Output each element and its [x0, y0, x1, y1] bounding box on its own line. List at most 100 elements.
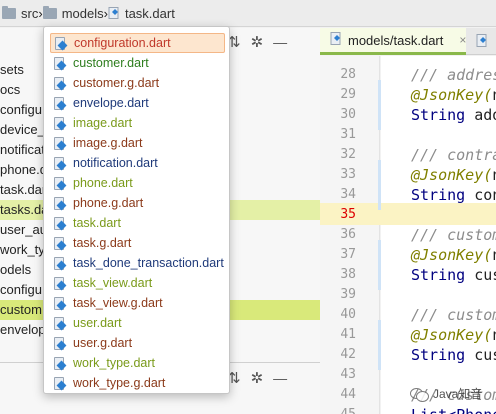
popup-file-label: phone.g.dart [73, 196, 144, 210]
code-token: /// addres [411, 66, 496, 84]
breadcrumb-item-src[interactable]: src [2, 0, 38, 27]
line-number: 33 [340, 167, 356, 182]
line-number: 39 [340, 287, 356, 302]
popup-file-label: task.dart [73, 216, 121, 230]
popup-file-item[interactable]: task_view.g.dart [50, 293, 225, 313]
line-number: 29 [340, 87, 356, 102]
popup-file-item[interactable]: configuration.dart [50, 33, 225, 53]
code-line[interactable]: List<Phone [411, 405, 496, 414]
line-number: 32 [340, 147, 356, 162]
breadcrumb-item-task-dart[interactable]: task.dart [108, 0, 175, 27]
line-number: 44 [340, 387, 356, 402]
popup-file-item[interactable]: notification.dart [50, 153, 225, 173]
minimize-icon[interactable]: — [273, 370, 287, 386]
code-token: con [474, 186, 496, 204]
dart-file-icon [54, 56, 67, 70]
code-token: cus [474, 266, 496, 284]
line-number: 30 [340, 107, 356, 122]
code-token: /// custom [411, 226, 496, 244]
dart-file-icon [476, 33, 488, 50]
change-marker [378, 240, 381, 290]
code-line[interactable]: /// addres [411, 65, 496, 85]
minimize-icon[interactable]: — [273, 34, 287, 50]
popup-file-item[interactable]: envelope.dart [50, 93, 225, 113]
gear-icon[interactable]: ✲ [251, 33, 264, 51]
code-line[interactable]: String cus [411, 265, 496, 285]
popup-file-label: customer.g.dart [73, 76, 160, 90]
line-number: 31 [340, 127, 356, 142]
breadcrumb-item-models[interactable]: models [42, 0, 104, 27]
popup-file-label: work_type.g.dart [73, 376, 166, 390]
line-number: 34 [340, 187, 356, 202]
popup-file-label: task.g.dart [73, 236, 132, 250]
popup-file-item[interactable]: image.g.dart [50, 133, 225, 153]
popup-file-item[interactable]: task_done_transaction.dart [50, 253, 225, 273]
line-number: 40 [340, 307, 356, 322]
code-line[interactable]: @JsonKey(n [411, 165, 496, 185]
popup-file-label: notification.dart [73, 156, 158, 170]
popup-file-item[interactable]: task_view.dart [50, 273, 225, 293]
tab-next[interactable] [470, 28, 496, 55]
dart-file-icon [54, 376, 67, 390]
popup-file-item[interactable]: phone.g.dart [50, 193, 225, 213]
dart-file-icon [54, 156, 67, 170]
code-token: /// contra [411, 146, 496, 164]
code-token: @JsonKey( [411, 246, 493, 264]
line-number: 35 [340, 207, 356, 222]
editor-tab-bar: models/task.dart × [320, 28, 496, 55]
code-line[interactable]: /// contra [411, 145, 496, 165]
line-number: 38 [340, 267, 356, 282]
breadcrumb-label: src [21, 5, 39, 21]
popup-file-item[interactable]: phone.dart [50, 173, 225, 193]
folder-icon [2, 5, 16, 19]
code-line[interactable]: String cus [411, 345, 496, 365]
popup-file-item[interactable]: task.g.dart [50, 233, 225, 253]
popup-file-label: task_view.g.dart [73, 296, 163, 310]
code-line[interactable]: @JsonKey(n [411, 325, 496, 345]
line-number: 28 [340, 67, 356, 82]
tab-label: models/task.dart [348, 32, 444, 48]
popup-file-item[interactable]: work_type.g.dart [50, 373, 225, 393]
tree-toolbar: ⇅ ✲ — [228, 32, 320, 52]
code-line[interactable]: @JsonKey(n [411, 245, 496, 265]
code-line[interactable]: /// custom [411, 225, 496, 245]
code-token: n [492, 246, 496, 264]
folder-icon [42, 5, 57, 19]
dart-file-icon [54, 136, 67, 150]
wechat-logo-icon [410, 386, 429, 402]
popup-file-item[interactable]: customer.dart [50, 53, 225, 73]
code-token: @JsonKey( [411, 326, 493, 344]
popup-file-item[interactable]: user.dart [50, 313, 225, 333]
dart-file-icon [54, 256, 67, 270]
popup-file-item[interactable]: customer.g.dart [50, 73, 225, 93]
popup-file-item[interactable]: user.g.dart [50, 333, 225, 353]
code-line[interactable]: String con [411, 185, 496, 205]
popup-file-label: task_done_transaction.dart [73, 256, 224, 270]
code-token: n [492, 86, 496, 104]
breadcrumb-label: task.dart [124, 5, 175, 21]
code-line[interactable]: @JsonKey(n [411, 85, 496, 105]
code-token: String [411, 266, 466, 284]
close-icon[interactable]: × [459, 33, 466, 47]
dart-file-icon [54, 336, 67, 350]
breadcrumb-label: models [61, 5, 104, 21]
file-switcher-popup: configuration.dart customer.dart customer.… [43, 26, 230, 394]
code-token: add [474, 106, 496, 124]
dart-file-icon [54, 356, 67, 370]
code-token: String [411, 346, 466, 364]
code-token: String [411, 186, 466, 204]
popup-file-item[interactable]: task.dart [50, 213, 225, 233]
line-number: 36 [340, 227, 356, 242]
popup-file-item[interactable]: work_type.dart [50, 353, 225, 373]
dart-file-icon [54, 316, 67, 330]
popup-file-label: task_view.dart [73, 276, 153, 290]
code-token: n [492, 326, 496, 344]
tab-models-task-dart[interactable]: models/task.dart × [320, 28, 466, 55]
popup-file-item[interactable]: image.dart [50, 113, 225, 133]
gear-icon[interactable]: ✲ [251, 369, 264, 387]
code-line[interactable]: /// custom [411, 305, 496, 325]
dart-file-icon [54, 276, 67, 290]
line-number: 43 [340, 367, 356, 382]
watermark-label: Java知音 [433, 386, 483, 401]
code-line[interactable]: String add [411, 105, 496, 125]
